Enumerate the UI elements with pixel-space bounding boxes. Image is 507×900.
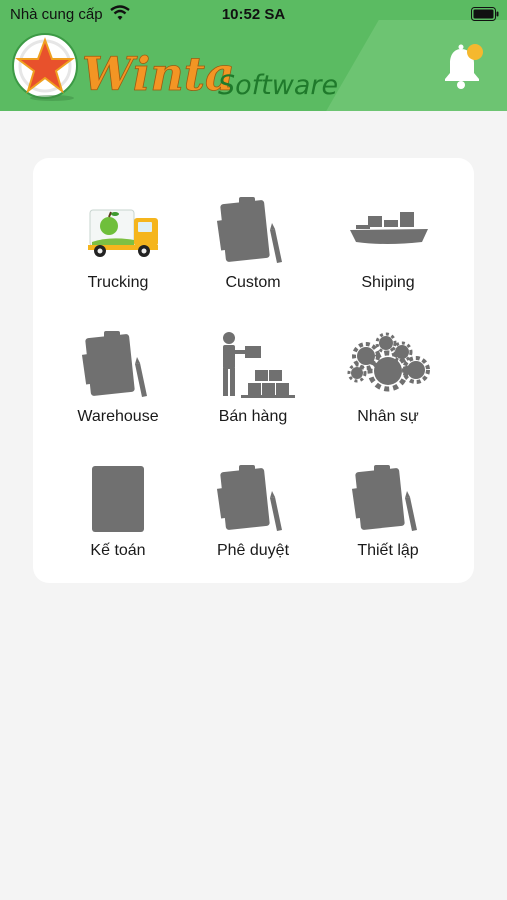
clock: 10:52 SA [221,6,286,23]
menu-item-label: Thiết lập [357,542,419,559]
menu-item-custom[interactable]: Custom [186,176,320,296]
brand-suffix: Software [218,70,338,101]
status-bar: Nhà cung cấp 10:52 SA [0,0,507,28]
menu-card: Trucking Custom Shiping Warehouse Bán hà… [33,158,474,583]
menu-grid: Trucking Custom Shiping Warehouse Bán hà… [33,158,474,583]
brand-logo: Winta Software [10,30,360,111]
menu-item-trucking[interactable]: Trucking [51,176,185,296]
clipboard-icon [76,330,160,400]
menu-item-label: Kế toán [90,542,146,559]
gears-icon [346,330,430,400]
menu-item-label: Warehouse [77,408,159,425]
menu-item-ban-hang[interactable]: Bán hàng [186,310,320,430]
document-icon [76,464,160,534]
menu-item-ke-toan[interactable]: Kế toán [51,444,185,564]
menu-item-warehouse[interactable]: Warehouse [51,310,185,430]
app-header: Nhà cung cấp 10:52 SA Winta Software [0,0,507,111]
menu-item-shiping[interactable]: Shiping [321,176,455,296]
menu-item-label: Custom [225,274,281,291]
menu-item-nhan-su[interactable]: Nhân sự [321,310,455,430]
menu-item-label: Trucking [87,274,149,291]
menu-item-label: Shiping [361,274,415,291]
menu-item-label: Bán hàng [218,408,288,425]
truck-icon [76,196,160,266]
menu-item-phe-duyet[interactable]: Phê duyệt [186,444,320,564]
clipboard-icon [346,464,430,534]
battery-icon [471,7,499,25]
menu-item-thiet-lap[interactable]: Thiết lập [321,444,455,564]
menu-item-label: Phê duyệt [216,542,290,559]
clipboard-icon [211,196,295,266]
menu-item-label: Nhân sự [357,408,419,425]
notification-badge-icon [467,44,483,60]
clipboard-icon [211,464,295,534]
notification-bell-button[interactable] [443,43,487,96]
ship-icon [346,196,430,266]
brand-name: Winta [82,47,235,101]
person-boxes-icon [211,330,295,400]
